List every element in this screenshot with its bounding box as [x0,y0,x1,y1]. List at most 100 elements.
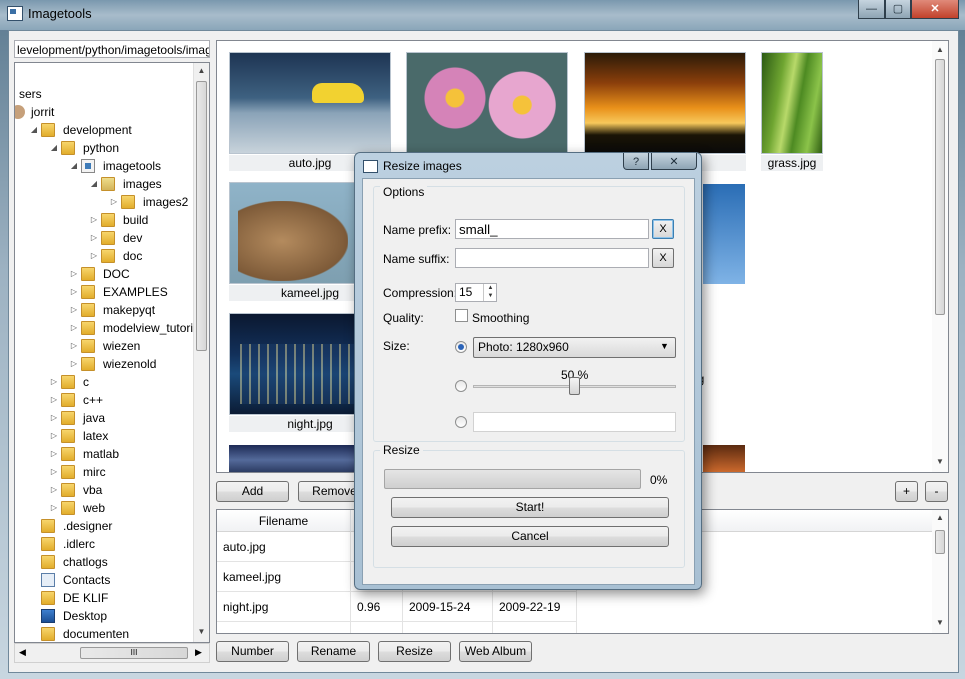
expanded-arrow-icon[interactable]: ◢ [29,121,39,139]
tree-item[interactable]: Desktop [15,607,193,625]
rename-button[interactable]: Rename [297,641,370,662]
collapsed-arrow-icon[interactable]: ▷ [69,265,79,283]
percent-slider[interactable] [473,376,676,396]
expanded-arrow-icon[interactable]: ◢ [69,157,79,175]
web-album-button[interactable]: Web Album [459,641,532,662]
minimize-button[interactable]: — [858,0,885,19]
tree-item[interactable]: ▷ c++ [15,391,193,409]
tree-item[interactable]: ▷ java [15,409,193,427]
tree-item[interactable]: ▷ web [15,499,193,517]
image-tile[interactable]: grass.jpg [761,52,825,171]
tree-item[interactable]: ▷ mirc [15,463,193,481]
close-button[interactable]: ✕ [911,0,959,19]
size-preset-dropdown[interactable]: Photo: 1280x960 ▼ [473,337,676,358]
tree-hscroll-thumb[interactable]: III [80,647,188,659]
tree-item[interactable]: .designer [15,517,193,535]
table-cell[interactable]: 0.96 [351,592,403,622]
start-button[interactable]: Start! [391,497,669,518]
scroll-right-arrow-icon[interactable]: ▶ [195,647,202,658]
tree-horizontal-scrollbar[interactable]: ◀ III ▶ [14,643,210,663]
preset-size-radio[interactable] [455,341,467,353]
collapsed-arrow-icon[interactable]: ▷ [49,391,59,409]
collapsed-arrow-icon[interactable]: ▷ [69,355,79,373]
tree-item[interactable]: ▷ build [15,211,193,229]
tree-item[interactable]: .idlerc [15,535,193,553]
path-field[interactable]: levelopment/python/imagetools/images [14,40,210,58]
tree-item[interactable]: Contacts [15,571,193,589]
collapsed-arrow-icon[interactable]: ▷ [49,427,59,445]
folder-tree[interactable]: sers jorrit ◢ development ◢ python ◢ imagetools… [14,62,210,643]
tree-item[interactable]: chatlogs [15,553,193,571]
maximize-button[interactable]: ▢ [885,0,911,19]
tree-item[interactable]: DE KLIF [15,589,193,607]
tree-scroll-thumb[interactable] [196,81,207,351]
tree-item[interactable]: ◢ python [15,139,193,157]
collapsed-arrow-icon[interactable]: ▷ [89,229,99,247]
scroll-left-arrow-icon[interactable]: ◀ [19,647,26,658]
tree-item[interactable]: ◢ imagetools [15,157,193,175]
cancel-button[interactable]: Cancel [391,526,669,547]
tree-item[interactable]: ▷ matlab [15,445,193,463]
collapsed-arrow-icon[interactable]: ▷ [69,337,79,355]
tree-item[interactable]: ▷ dev [15,229,193,247]
table-scroll-thumb[interactable] [935,530,945,554]
expanded-arrow-icon[interactable]: ◢ [49,139,59,157]
grid-vertical-scrollbar[interactable]: ▲ ▼ [932,41,948,472]
custom-size-input[interactable] [473,412,676,432]
tree-item[interactable]: ▷ wiezen [15,337,193,355]
collapsed-arrow-icon[interactable]: ▷ [89,211,99,229]
clear-suffix-button[interactable]: X [652,248,674,268]
tree-item[interactable]: ▷ makepyqt [15,301,193,319]
tree-item[interactable]: ▷ wiezenold [15,355,193,373]
slider-handle[interactable] [569,377,580,395]
collapsed-arrow-icon[interactable]: ▷ [49,445,59,463]
tree-vertical-scrollbar[interactable]: ▲ ▼ [193,63,209,642]
tree-item[interactable]: ▷ modelview_tutorial [15,319,202,337]
tree-item[interactable]: ▷ DOC [15,265,193,283]
scroll-down-arrow-icon[interactable]: ▼ [932,618,948,627]
tree-item[interactable]: ▷ vba [15,481,193,499]
collapsed-arrow-icon[interactable]: ▷ [49,409,59,427]
name-prefix-input[interactable] [455,219,649,239]
expanded-arrow-icon[interactable]: ◢ [89,175,99,193]
scroll-down-arrow-icon[interactable]: ▼ [932,457,948,466]
tree-item[interactable]: ▷ latex [15,427,193,445]
tree-item[interactable]: ◢ images [15,175,193,193]
dialog-close-button[interactable]: ✕ [651,153,697,170]
smoothing-checkbox[interactable] [455,309,468,322]
tree-item[interactable]: ▷ EXAMPLES [15,283,193,301]
table-cell-filename[interactable]: kameel.jpg [217,562,351,592]
help-button[interactable]: ? [623,153,649,170]
collapsed-arrow-icon[interactable]: ▷ [69,319,79,337]
resize-button[interactable]: Resize [378,641,451,662]
scroll-up-arrow-icon[interactable]: ▲ [932,513,948,522]
tree-item[interactable]: ▷ c [15,373,193,391]
spin-arrows-icon[interactable]: ▲ ▼ [483,284,497,301]
table-cell[interactable]: 2009-22-19 [493,592,577,622]
collapsed-arrow-icon[interactable]: ▷ [69,301,79,319]
collapsed-arrow-icon[interactable]: ▷ [49,373,59,391]
tree-item[interactable]: ▷ doc [15,247,193,265]
scroll-up-arrow-icon[interactable]: ▲ [932,45,948,54]
add-button[interactable]: Add [216,481,289,502]
collapsed-arrow-icon[interactable]: ▷ [49,481,59,499]
scroll-down-arrow-icon[interactable]: ▼ [194,627,209,636]
collapsed-arrow-icon[interactable]: ▷ [49,463,59,481]
collapsed-arrow-icon[interactable]: ▷ [89,247,99,265]
table-cell-filename[interactable]: auto.jpg [217,532,351,562]
number-button[interactable]: Number [216,641,289,662]
tree-item[interactable]: jorrit [15,103,193,121]
table-cell[interactable]: 2009-15-24 [403,592,493,622]
tree-item[interactable]: documenten [15,625,193,642]
tree-item[interactable]: ◢ development [15,121,193,139]
collapsed-arrow-icon[interactable]: ▷ [69,283,79,301]
tree-item[interactable]: ▷ images2 [15,193,193,211]
scroll-up-arrow-icon[interactable]: ▲ [194,66,209,75]
tree-item[interactable]: sers [15,85,193,103]
column-header-filename[interactable]: Filename [217,510,351,532]
collapsed-arrow-icon[interactable]: ▷ [49,499,59,517]
clear-prefix-button[interactable]: X [652,219,674,239]
compression-spinbox[interactable]: 15 ▲ ▼ [455,283,497,302]
table-cell-filename[interactable]: night.jpg [217,592,351,622]
grid-scroll-thumb[interactable] [935,59,945,315]
